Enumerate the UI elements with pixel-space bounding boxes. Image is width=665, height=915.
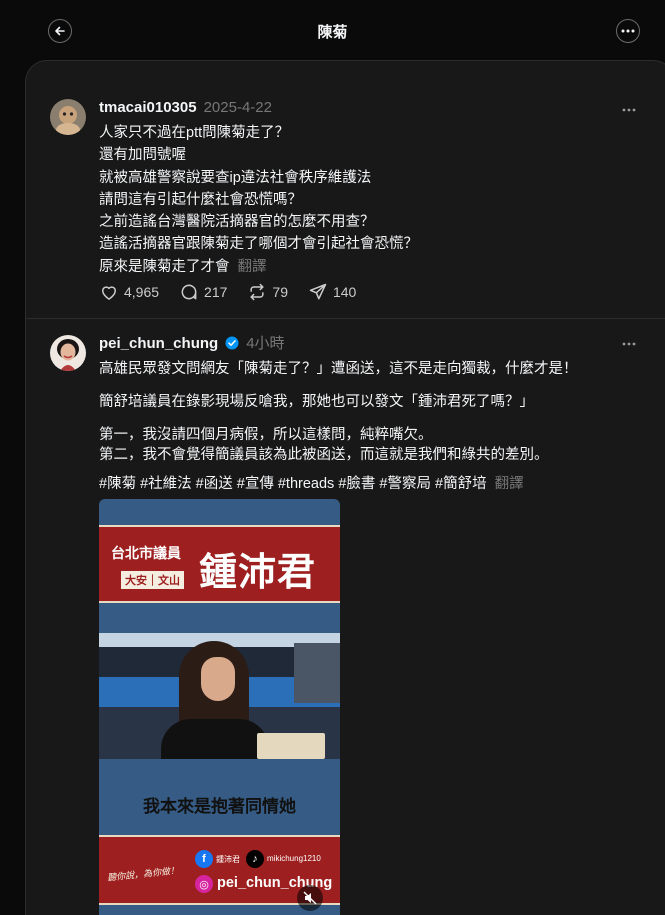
avatar[interactable] <box>50 99 86 135</box>
avatar[interactable] <box>50 335 86 371</box>
post-more-button[interactable] <box>622 333 636 349</box>
more-options-button[interactable] <box>616 19 640 43</box>
post-text-line: 造謠活摘器官跟陳菊走了哪個才會引起社會恐慌？ <box>99 236 418 253</box>
post-header: tmacai010305 2025-4-22 <box>99 99 272 116</box>
heart-icon <box>102 286 116 300</box>
verified-badge-icon <box>225 336 239 350</box>
send-icon <box>309 283 327 300</box>
post-text-line: 還有加問號喔 <box>99 147 186 164</box>
translate-link[interactable]: 翻譯 <box>238 259 267 275</box>
translate-link[interactable]: 翻譯 <box>495 476 524 492</box>
video-banner-top: 台北市議員 大安｜文山 鍾沛君 <box>99 525 340 603</box>
post-header: pei_chun_chung 4小時 <box>99 332 285 353</box>
post-item: pei_chun_chung 4小時 高雄民眾發文問網友「陳菊走了？」遭函送，這… <box>26 319 665 915</box>
post-text-segment: 原來是陳菊走了才會 <box>99 258 230 275</box>
post-body: 人家只不過在ptt問陳菊走了？ 還有加問號喔 就被高雄警察說要查ip違法社會秩序… <box>99 122 659 278</box>
feed-panel: tmacai010305 2025-4-22 人家只不過在ptt問陳菊走了？ 還… <box>25 60 665 915</box>
facebook-handle: 鍾沛君 <box>216 855 240 864</box>
hashtags-line: #陳菊 #社維法 #函送 #宣傳 #threads #臉書 #警察局 #簡舒培翻… <box>99 472 524 493</box>
comment-count: 217 <box>204 284 228 300</box>
banner-name-text: 鍾沛君 <box>199 549 317 594</box>
top-bar: 陳菊 <box>0 0 665 60</box>
comment-icon <box>181 284 197 300</box>
video-attachment[interactable]: 台北市議員 大安｜文山 鍾沛君 我本來是抱著同情她 聽你說，為你做！ f 鍾沛君… <box>99 499 340 915</box>
post-item: tmacai010305 2025-4-22 人家只不過在ptt問陳菊走了？ 還… <box>26 61 665 319</box>
share-count: 140 <box>332 284 357 300</box>
post-text-line: 簡舒培議員在錄影現場反嗆我，那她也可以發文「鍾沛君死了嗎？」 <box>99 394 534 410</box>
like-button[interactable]: 4,965 <box>99 282 159 302</box>
username[interactable]: tmacai010305 <box>99 99 197 116</box>
repost-button[interactable]: 79 <box>247 282 288 302</box>
more-horizontal-icon <box>622 342 636 346</box>
post-text-line: 人家只不過在ptt問陳菊走了？ <box>99 125 290 141</box>
post-text-line: 第一，我沒請四個月病假，所以這樣問，純粹嘴欠。 <box>99 427 433 443</box>
post-text-line: 請問這有引起什麼社會恐慌嗎？ <box>99 191 302 208</box>
tiktok-handle: mikichung1210 <box>267 854 321 863</box>
banner-district-text: 大安｜文山 <box>121 571 184 589</box>
post-text-line: 就被高雄警察說要查ip違法社會秩序維護法 <box>99 169 372 186</box>
mute-button[interactable] <box>297 885 323 911</box>
share-button[interactable]: 140 <box>308 282 356 302</box>
post-text-line: 原來是陳菊走了才會 翻譯 <box>99 256 659 278</box>
more-horizontal-icon <box>621 29 635 33</box>
repost-icon <box>250 283 264 301</box>
hashtags[interactable]: #陳菊 #社維法 #函送 #宣傳 #threads #臉書 #警察局 #簡舒培 <box>99 476 487 492</box>
tiktok-icon: ♪ <box>246 850 264 868</box>
video-frame <box>99 633 340 759</box>
video-caption: 我本來是抱著同情她 <box>143 797 296 816</box>
banner-role-text: 台北市議員 <box>111 546 181 562</box>
speaker-muted-icon <box>303 891 317 905</box>
post-actions: 4,965 217 79 140 <box>99 282 376 302</box>
facebook-icon: f <box>195 850 213 868</box>
post-text-line: 之前造謠台灣醫院活摘器官的怎麼不用查？ <box>99 214 375 231</box>
more-horizontal-icon <box>622 108 636 112</box>
post-text-line: 高雄民眾發文問網友「陳菊走了？」遭函送，這不是走向獨裁，什麼才是！ <box>99 361 578 377</box>
repost-count: 79 <box>272 284 288 300</box>
post-time: 4小時 <box>246 335 285 352</box>
username[interactable]: pei_chun_chung <box>99 335 218 352</box>
page-title: 陳菊 <box>317 24 348 41</box>
post-more-button[interactable] <box>622 99 636 115</box>
post-text-line: 第二，我不會覺得簡議員該為此被函送，而這就是我們和綠共的差別。 <box>99 447 549 463</box>
like-count: 4,965 <box>124 284 160 300</box>
signature-text: 聽你說，為你做！ <box>106 866 180 884</box>
post-date: 2025-4-22 <box>203 99 272 116</box>
comment-button[interactable]: 217 <box>179 282 227 302</box>
instagram-icon: ◎ <box>195 875 213 893</box>
